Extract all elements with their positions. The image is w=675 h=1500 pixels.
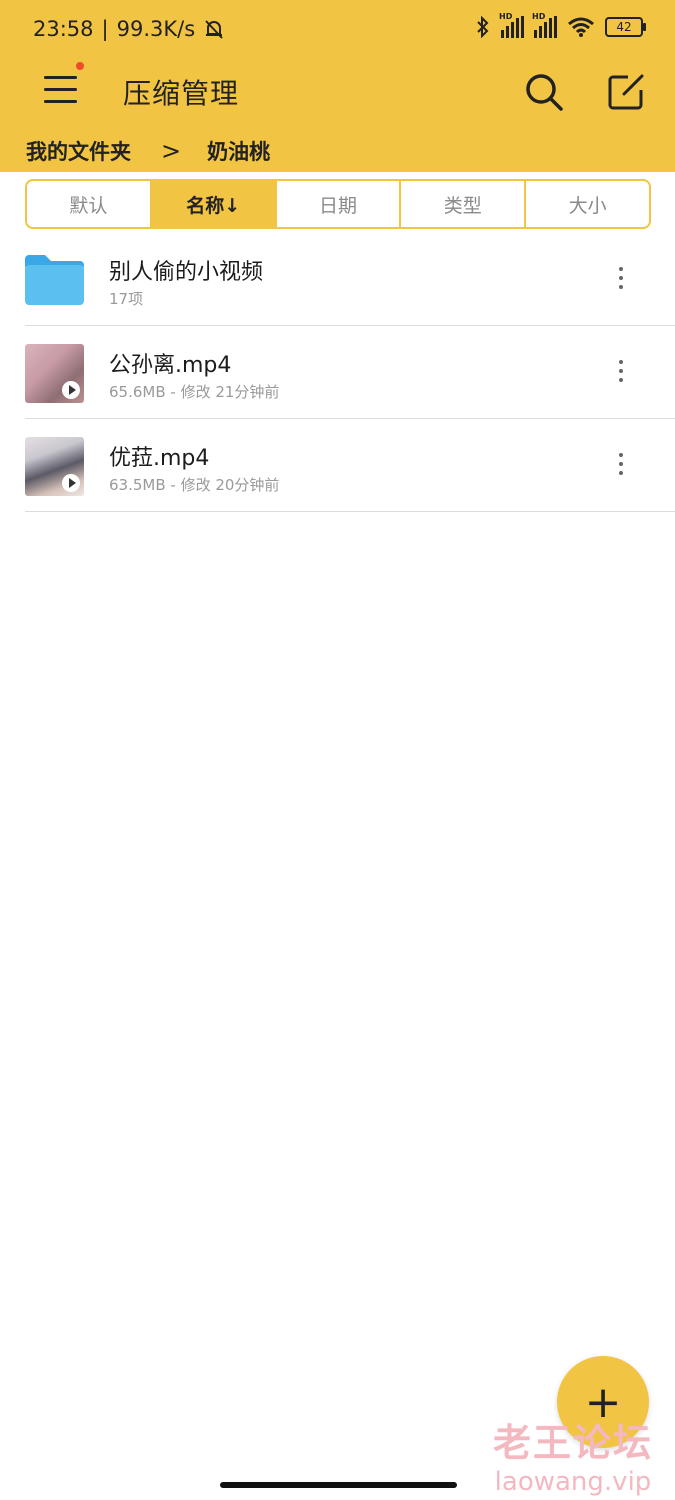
status-bar: 23:58 | 99.3K/s HD HD 42 [0,0,675,60]
sort-tabs: 默认 名称↓ 日期 类型 大小 [25,179,651,229]
file-meta: 63.5MB - 修改 20分钟前 [109,476,280,494]
folder-icon [25,255,84,305]
video-thumbnail [25,437,84,496]
breadcrumb-current[interactable]: 奶油桃 [207,136,270,166]
chevron-right-icon: > [161,137,182,165]
more-options-button[interactable] [611,267,631,295]
watermark-url: laowang.vip [494,1467,652,1497]
play-icon [62,474,80,492]
list-item[interactable]: 公孙离.mp4 65.6MB - 修改 21分钟前 [25,326,675,419]
sort-tab-type[interactable]: 类型 [399,181,524,227]
file-list: 别人偷的小视频 17项 公孙离.mp4 65.6MB - 修改 21分钟前 优菈… [0,233,675,512]
file-name: 优菈.mp4 [109,446,210,471]
mute-bell-icon [205,20,223,39]
wifi-icon [568,17,594,37]
more-options-button[interactable] [611,453,631,481]
watermark: 老王论坛 laowang.vip [493,1412,653,1497]
file-name: 公孙离.mp4 [109,353,232,378]
status-time: 23:58 [33,17,94,41]
header: 23:58 | 99.3K/s HD HD 42 压缩管理 我的文件夹 > 奶油… [0,0,675,172]
bluetooth-icon [477,16,489,38]
sort-tab-default[interactable]: 默认 [27,181,150,227]
more-vert-icon [611,267,631,289]
watermark-title: 老王论坛 [492,1421,653,1465]
home-indicator[interactable] [220,1482,457,1488]
battery-icon: 42 [605,17,646,37]
video-thumbnail [25,344,84,403]
cell-signal-2-icon: HD [532,12,557,38]
list-item[interactable]: 别人偷的小视频 17项 [25,233,675,326]
app-title: 压缩管理 [123,77,240,110]
menu-button[interactable] [40,62,84,110]
edit-button[interactable] [604,70,648,114]
list-item[interactable]: 优菈.mp4 63.5MB - 修改 20分钟前 [25,419,675,512]
cell-signal-1-icon: HD [499,12,524,38]
file-name: 别人偷的小视频 [109,260,264,285]
sort-tab-name[interactable]: 名称↓ [149,181,275,227]
status-network-speed: 99.3K/s [116,17,196,41]
play-icon [62,381,80,399]
sort-tab-size[interactable]: 大小 [524,181,649,227]
more-vert-icon [611,360,631,382]
notification-dot [76,62,84,70]
file-meta: 65.6MB - 修改 21分钟前 [109,383,280,401]
more-vert-icon [611,453,631,475]
sort-tab-date[interactable]: 日期 [274,181,400,227]
more-options-button[interactable] [611,360,631,388]
edit-icon [608,74,644,110]
breadcrumb: 我的文件夹 > 奶油桃 [26,136,270,166]
status-divider: | [101,17,109,41]
file-meta: 17项 [109,290,144,308]
breadcrumb-root[interactable]: 我的文件夹 [26,136,131,166]
search-button[interactable] [522,70,566,114]
search-icon [526,74,563,111]
